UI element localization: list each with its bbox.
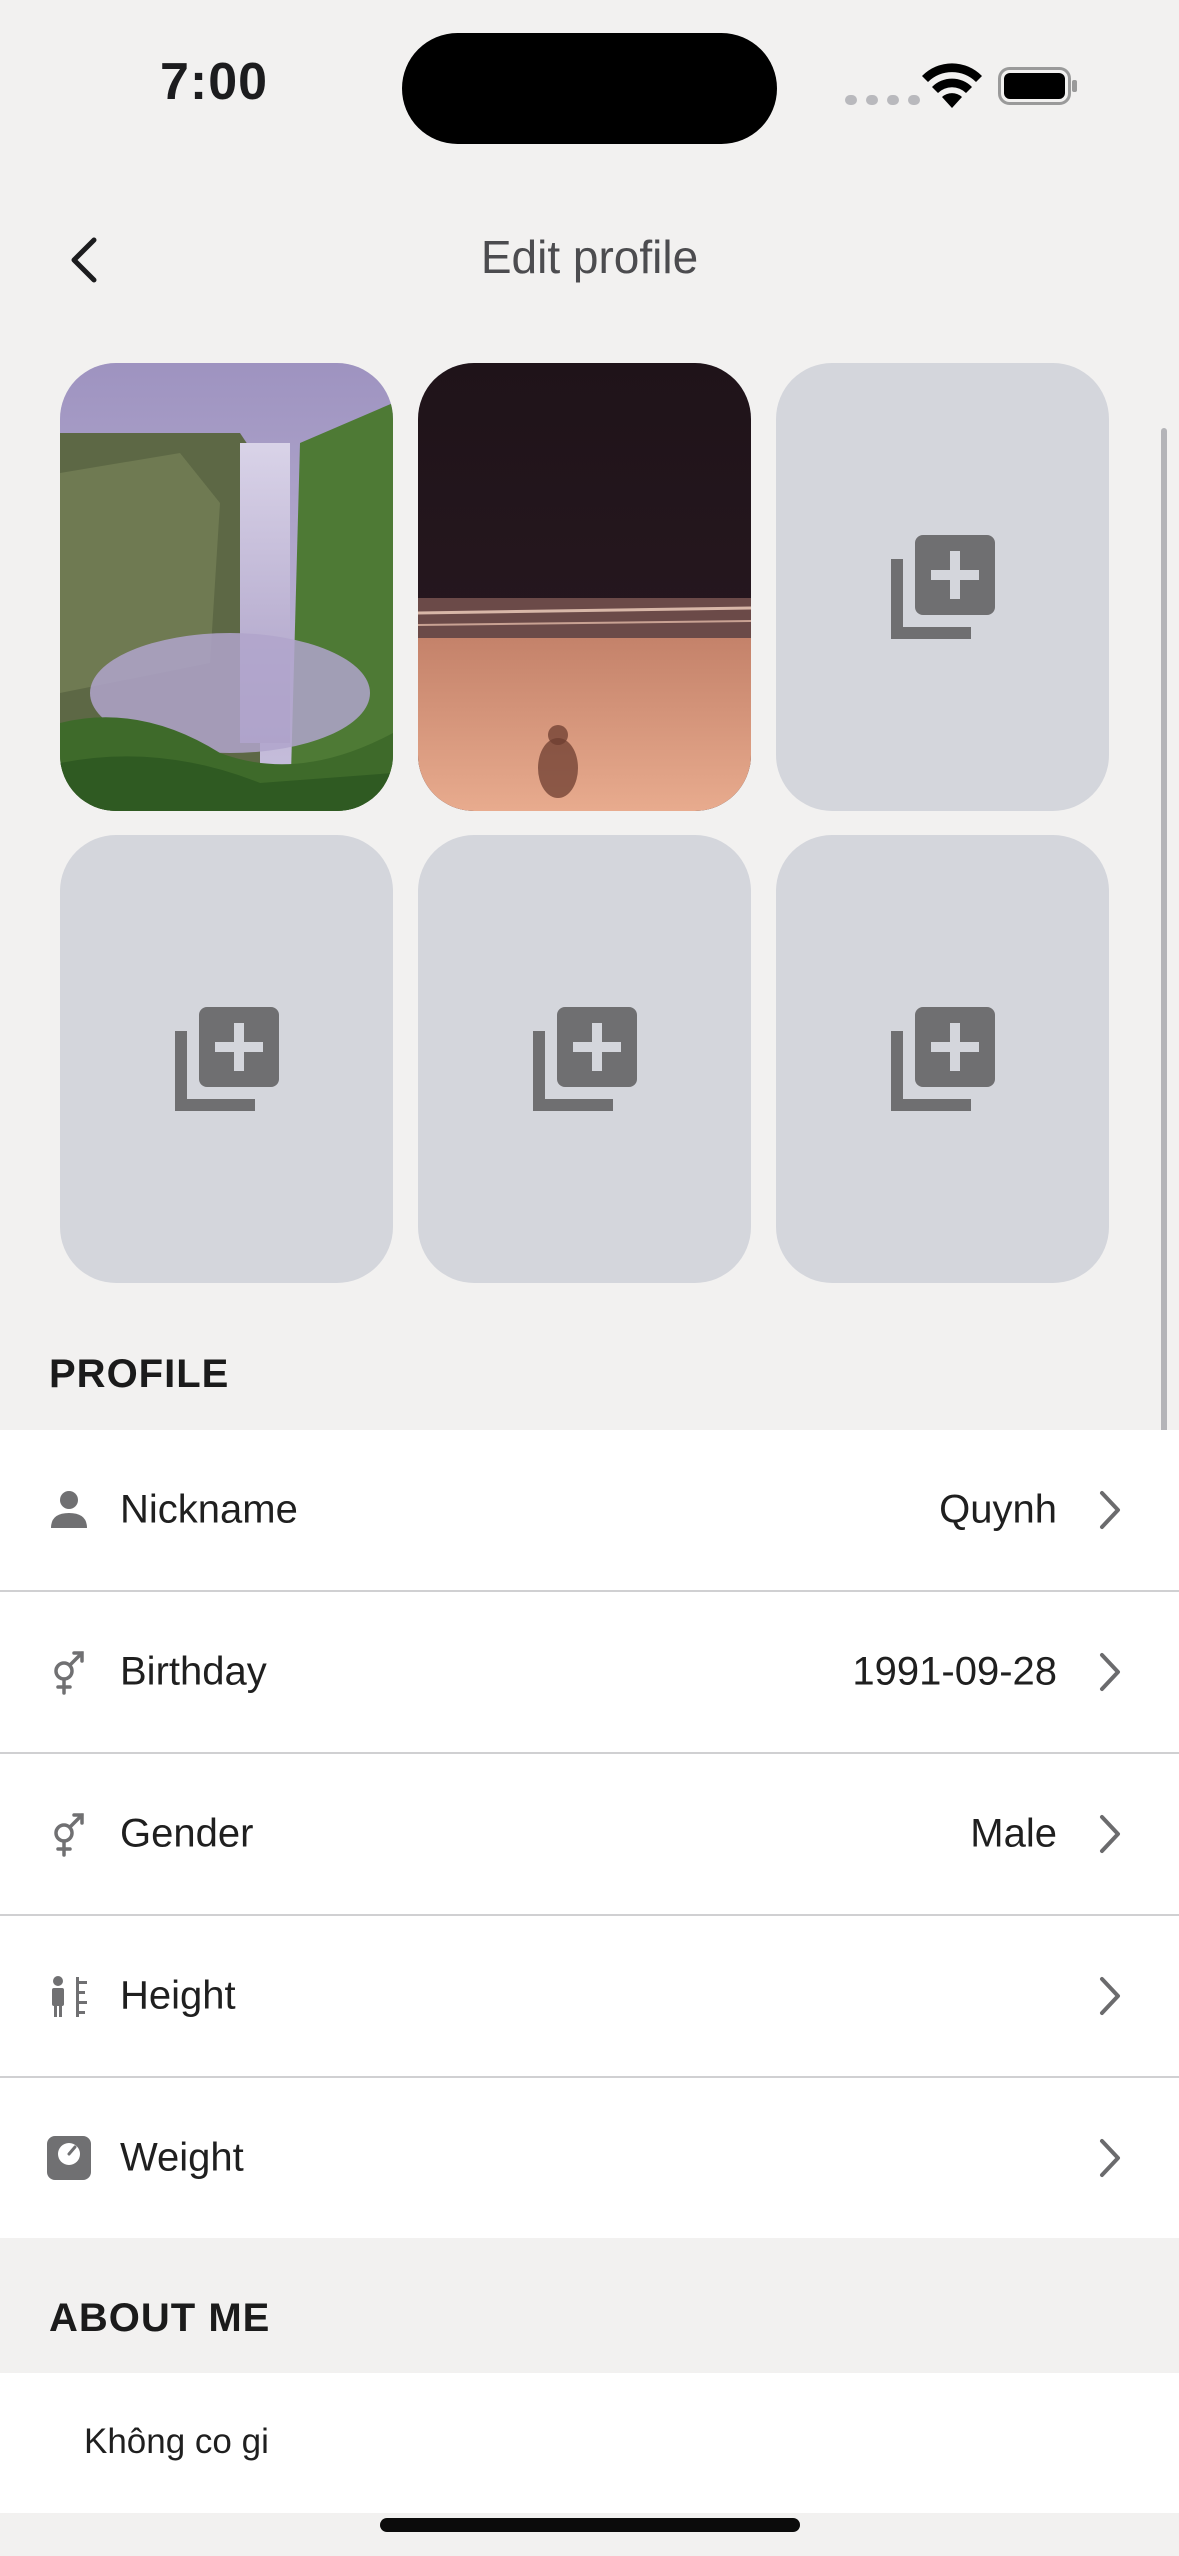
chevron-right-icon bbox=[1100, 1491, 1120, 1529]
add-photo-icon bbox=[890, 535, 995, 639]
height-icon bbox=[52, 1976, 87, 2017]
profile-list: Nickname Quynh Birthday 1991-09-28 Gende… bbox=[0, 1430, 1179, 2238]
photo-slot-4-empty[interactable] bbox=[60, 835, 393, 1283]
gender-label: Gender bbox=[120, 1811, 254, 1856]
wifi-icon bbox=[922, 63, 982, 108]
gender-icon bbox=[54, 1813, 84, 1857]
gender-value: Male bbox=[970, 1811, 1057, 1856]
battery-icon bbox=[998, 67, 1077, 105]
height-label: Height bbox=[120, 1973, 236, 2018]
birthday-value: 1991-09-28 bbox=[852, 1649, 1057, 1694]
home-indicator bbox=[380, 2518, 800, 2532]
chevron-right-icon bbox=[1100, 2139, 1120, 2177]
status-time: 7:00 bbox=[160, 53, 269, 111]
about-me-text: Không co gi bbox=[84, 2422, 269, 2461]
nickname-row[interactable]: Nickname Quynh bbox=[0, 1430, 1179, 1592]
birthday-label: Birthday bbox=[120, 1649, 267, 1694]
photo-slot-2[interactable] bbox=[418, 363, 751, 811]
photo-slot-1[interactable] bbox=[60, 363, 393, 811]
scale-icon bbox=[47, 2136, 91, 2180]
beach-photo bbox=[418, 363, 751, 811]
nickname-value: Quynh bbox=[939, 1487, 1057, 1532]
birthday-row[interactable]: Birthday 1991-09-28 bbox=[0, 1592, 1179, 1754]
chevron-right-icon bbox=[1100, 1815, 1120, 1853]
chevron-right-icon bbox=[1100, 1977, 1120, 2015]
gender-row[interactable]: Gender Male bbox=[0, 1754, 1179, 1916]
add-photo-icon bbox=[890, 1007, 995, 1111]
weight-row[interactable]: Weight bbox=[0, 2078, 1179, 2238]
photo-slot-5-empty[interactable] bbox=[418, 835, 751, 1283]
scrollbar[interactable] bbox=[1161, 428, 1167, 1514]
dynamic-island bbox=[402, 33, 777, 144]
add-photo-icon bbox=[174, 1007, 279, 1111]
person-icon bbox=[51, 1491, 87, 1528]
photo-slot-6-empty[interactable] bbox=[776, 835, 1109, 1283]
chevron-right-icon bbox=[1100, 1653, 1120, 1691]
nickname-label: Nickname bbox=[120, 1487, 298, 1532]
page-title: Edit profile bbox=[480, 231, 699, 283]
add-photo-icon bbox=[532, 1007, 637, 1111]
profile-heading: PROFILE bbox=[49, 1352, 230, 1396]
about-heading: ABOUT ME bbox=[49, 2296, 271, 2340]
height-row[interactable]: Height bbox=[0, 1916, 1179, 2078]
weight-label: Weight bbox=[120, 2135, 244, 2180]
waterfall-photo bbox=[60, 363, 393, 811]
gender-icon bbox=[54, 1651, 84, 1695]
photo-slot-3-empty[interactable] bbox=[776, 363, 1109, 811]
cellular-signal-icon bbox=[845, 95, 920, 105]
